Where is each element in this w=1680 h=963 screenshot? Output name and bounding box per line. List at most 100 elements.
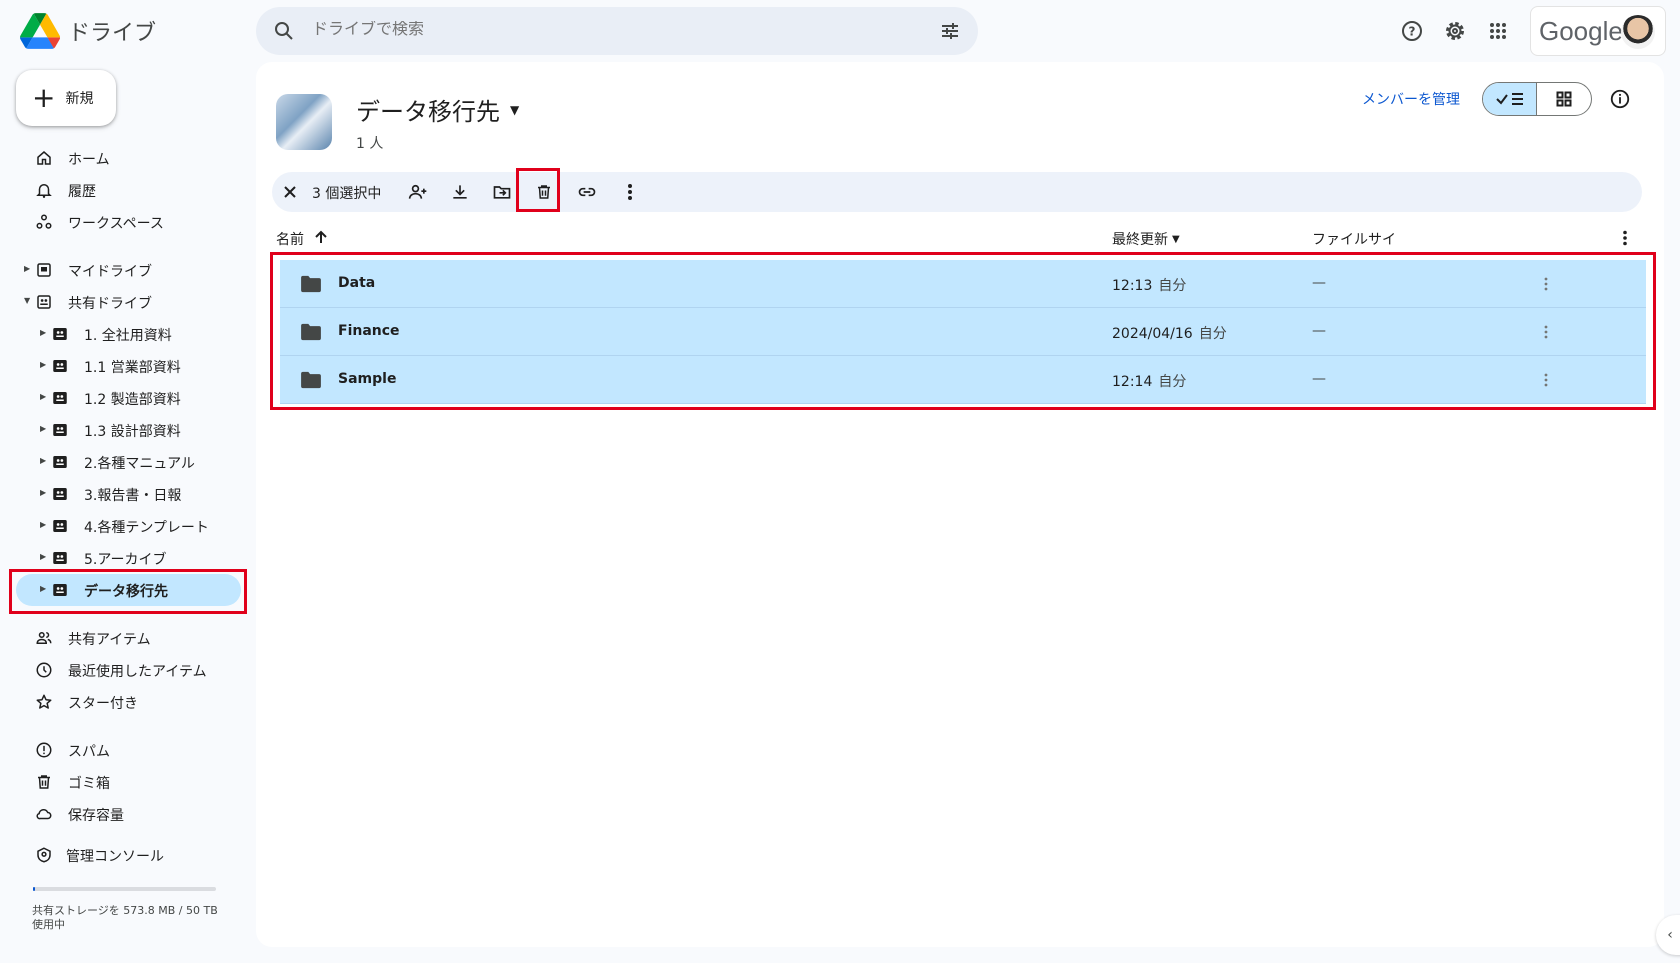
search-options-icon[interactable] [938, 19, 962, 47]
account-switcher[interactable]: Google [1530, 6, 1666, 56]
share-person-add-icon[interactable] [406, 180, 430, 204]
expand-arrow-icon[interactable]: ▶ [40, 456, 46, 465]
shared-drive-icon [50, 516, 70, 536]
move-to-folder-icon[interactable] [490, 180, 514, 204]
page-title: データ移行先 [356, 98, 500, 126]
sidebar-item-starred[interactable]: スター付き [16, 686, 246, 718]
home-icon [34, 148, 54, 168]
storage-progress-bar [33, 887, 216, 891]
collapse-arrow-icon[interactable]: ▼ [24, 296, 30, 305]
view-toggle[interactable] [1482, 82, 1592, 116]
shared-drive-icon [34, 292, 54, 312]
clear-selection-close-icon[interactable] [278, 180, 302, 204]
sidebar-item-admin-console[interactable]: 管理コンソール [16, 839, 246, 871]
sidebar-item-label: 1.1 営業部資料 [84, 360, 181, 376]
search-bar[interactable] [256, 7, 978, 55]
column-label: 最終更新 [1112, 232, 1168, 248]
sidebar-item-label: 1.2 製造部資料 [84, 392, 181, 408]
sidebar-item-label: 4.各種テンプレート [84, 520, 209, 536]
sidebar-item-home[interactable]: ホーム [16, 142, 246, 174]
new-button[interactable]: + 新規 [16, 70, 116, 126]
sidebar-item-activity[interactable]: 履歴 [16, 174, 246, 206]
sidebar-item-label: 1. 全社用資料 [84, 328, 172, 344]
search-icon[interactable] [272, 19, 296, 47]
sidebar-item-label: 履歴 [68, 184, 96, 200]
expand-arrow-icon[interactable]: ▶ [24, 264, 30, 273]
column-header-name[interactable]: 名前 [276, 229, 328, 249]
sidebar-item-label: ゴミ箱 [68, 776, 110, 792]
expand-arrow-icon[interactable]: ▶ [40, 552, 46, 561]
expand-arrow-icon[interactable]: ▶ [40, 520, 46, 529]
sidebar-item-trash[interactable]: ゴミ箱 [16, 766, 246, 798]
expand-arrow-icon[interactable]: ▶ [40, 488, 46, 497]
new-button-label: 新規 [65, 91, 94, 107]
column-header-modified[interactable]: 最終更新 ▼ [1112, 229, 1180, 249]
storage-progress-fill [33, 887, 35, 891]
search-input[interactable] [312, 21, 872, 39]
sidebar-item-label: マイドライブ [68, 264, 152, 280]
shared-drive-icon [50, 420, 70, 440]
copy-link-icon[interactable] [575, 180, 599, 204]
expand-arrow-icon[interactable]: ▶ [40, 392, 46, 401]
column-header-size[interactable]: ファイルサイ [1312, 229, 1396, 249]
shared-drive-title[interactable]: データ移行先 ▼ [356, 92, 519, 127]
expand-arrow-icon[interactable]: ▶ [40, 360, 46, 369]
apps-grid-icon[interactable] [1484, 17, 1512, 45]
shared-drive-icon [50, 484, 70, 504]
main-content: データ移行先 ▼ 1 人 メンバーを管理 3 個選択中 名前 最終更新 ▼ ファ… [256, 62, 1664, 947]
avatar[interactable] [1621, 15, 1655, 49]
spam-icon [34, 740, 54, 760]
shared-drive-item[interactable]: ▶ 4.各種テンプレート [16, 510, 246, 542]
google-wordmark: Google [1539, 15, 1623, 46]
sidebar-item-label: 最近使用したアイテム [68, 664, 207, 680]
sidebar-item-label: 保存容量 [68, 808, 124, 824]
shared-drive-icon [50, 356, 70, 376]
list-view-button[interactable] [1483, 83, 1538, 115]
selection-count: 3 個選択中 [312, 186, 382, 202]
sidebar-item-label: ワークスペース [68, 216, 164, 232]
member-count[interactable]: 1 人 [356, 133, 383, 153]
settings-gear-icon[interactable] [1441, 17, 1469, 45]
download-icon[interactable] [448, 180, 472, 204]
shared-drive-item[interactable]: ▶ 1.3 設計部資料 [16, 414, 246, 446]
svg-text:?: ? [1409, 25, 1416, 39]
plus-icon: + [32, 81, 56, 114]
app-name: ドライブ [68, 21, 157, 46]
highlight-frame-rows [270, 252, 1656, 410]
workspaces-icon [34, 212, 54, 232]
sidebar-item-my-drive[interactable]: ▶ マイドライブ [16, 254, 246, 286]
highlight-frame-delete [516, 168, 560, 212]
shared-drive-icon [50, 388, 70, 408]
sidebar-item-recent[interactable]: 最近使用したアイテム [16, 654, 246, 686]
sidebar-item-workspaces[interactable]: ワークスペース [16, 206, 246, 238]
my-drive-icon [34, 260, 54, 280]
expand-arrow-icon[interactable]: ▶ [40, 328, 46, 337]
shared-drive-item[interactable]: ▶ 1.1 営業部資料 [16, 350, 246, 382]
storage-usage-text: 共有ストレージを 573.8 MB / 50 TB 使用中 [32, 904, 218, 931]
more-actions-icon[interactable] [618, 180, 642, 204]
bell-icon [34, 180, 54, 200]
expand-arrow-icon[interactable]: ▶ [40, 424, 46, 433]
sort-ascending-arrow-icon[interactable] [314, 230, 328, 248]
sort-dropdown-caret-icon[interactable]: ▼ [1172, 234, 1180, 245]
sidebar-item-shared-drives[interactable]: ▼ 共有ドライブ [16, 286, 246, 318]
shared-drive-item[interactable]: ▶ 3.報告書・日報 [16, 478, 246, 510]
shared-drive-thumbnail [276, 94, 332, 150]
grid-view-button[interactable] [1537, 83, 1591, 115]
top-bar: ドライブ ? Google [0, 0, 1680, 64]
manage-members-link[interactable]: メンバーを管理 [1362, 89, 1460, 109]
info-icon[interactable] [1606, 85, 1634, 113]
help-icon[interactable]: ? [1398, 17, 1426, 45]
shared-drive-item[interactable]: ▶ 2.各種マニュアル [16, 446, 246, 478]
check-icon [1495, 94, 1508, 105]
shared-drive-item[interactable]: ▶ 1. 全社用資料 [16, 318, 246, 350]
drive-logo[interactable]: ドライブ [20, 13, 156, 49]
sidebar-item-shared-with-me[interactable]: 共有アイテム [16, 622, 246, 654]
sidebar-item-label: スター付き [68, 696, 138, 712]
sidebar-item-storage[interactable]: 保存容量 [16, 798, 246, 830]
column-label: ファイルサイ [1312, 232, 1396, 248]
column-options-more-icon[interactable] [1622, 230, 1628, 246]
clock-icon [34, 660, 54, 680]
shared-drive-item[interactable]: ▶ 1.2 製造部資料 [16, 382, 246, 414]
sidebar-item-spam[interactable]: スパム [16, 734, 246, 766]
